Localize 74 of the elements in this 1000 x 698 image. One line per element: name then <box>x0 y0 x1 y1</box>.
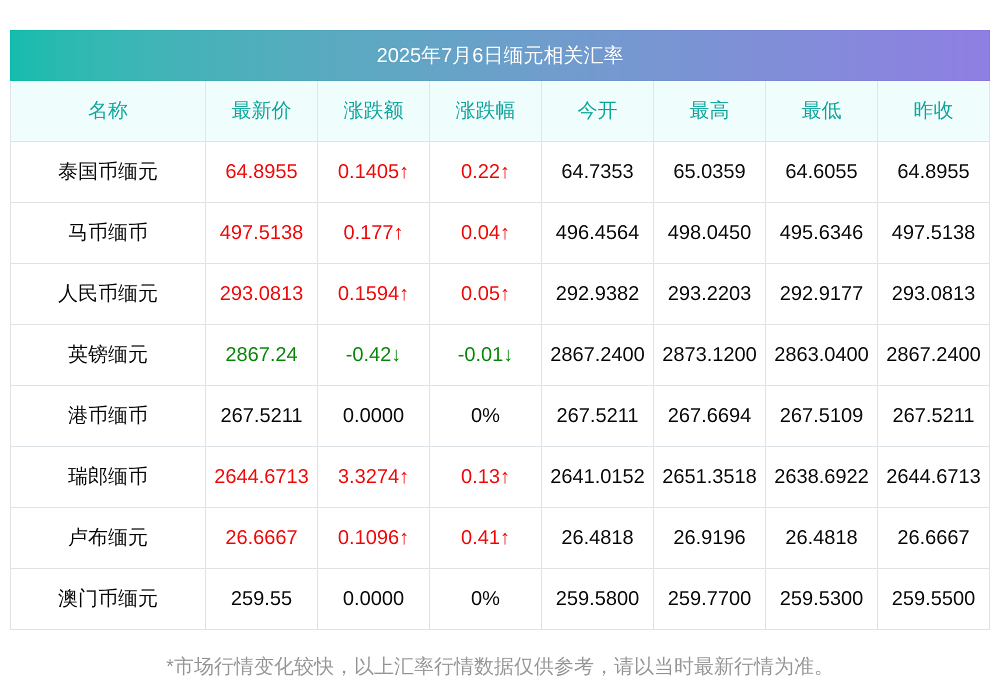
table-cell: 2651.3518 <box>654 447 766 508</box>
table-cell: 0.13↑ <box>430 447 542 508</box>
disclaimer-note: *市场行情变化较快，以上汇率行情数据仅供参考，请以当时最新行情为准。 <box>165 655 835 680</box>
table-cell: -0.42↓ <box>318 325 430 386</box>
table-cell: 292.9177 <box>766 264 878 325</box>
table-cell: 2867.2400 <box>878 325 990 386</box>
column-header: 昨收 <box>878 81 990 142</box>
table-cell: 2644.6713 <box>878 447 990 508</box>
table-cell: 0% <box>430 569 542 630</box>
table-cell: 496.4564 <box>542 203 654 264</box>
table-cell: 497.5138 <box>878 203 990 264</box>
table-cell: 26.4818 <box>766 508 878 569</box>
table-cell: 259.5800 <box>542 569 654 630</box>
table-cell: 0.1096↑ <box>318 508 430 569</box>
column-header: 最高 <box>654 81 766 142</box>
currency-name: 人民币缅元 <box>11 264 206 325</box>
table-cell: 267.5109 <box>766 386 878 447</box>
table-cell: 0.1405↑ <box>318 142 430 203</box>
table-cell: 0.0000 <box>318 569 430 630</box>
table-cell: 0.1594↑ <box>318 264 430 325</box>
currency-name: 泰国币缅元 <box>11 142 206 203</box>
currency-name: 澳门币缅元 <box>11 569 206 630</box>
table-cell: 0% <box>430 386 542 447</box>
table-cell: 0.05↑ <box>430 264 542 325</box>
table-cell: 2873.1200 <box>654 325 766 386</box>
table-cell: 64.8955 <box>206 142 318 203</box>
table-cell: 3.3274↑ <box>318 447 430 508</box>
table-cell: 293.2203 <box>654 264 766 325</box>
currency-name: 港币缅币 <box>11 386 206 447</box>
table-cell: 2644.6713 <box>206 447 318 508</box>
table-cell: 64.6055 <box>766 142 878 203</box>
column-header: 涨跌额 <box>318 81 430 142</box>
currency-name: 瑞郎缅币 <box>11 447 206 508</box>
table-cell: 293.0813 <box>878 264 990 325</box>
table-cell: 259.5300 <box>766 569 878 630</box>
table-cell: 2867.24 <box>206 325 318 386</box>
table-cell: 497.5138 <box>206 203 318 264</box>
table-cell: 2641.0152 <box>542 447 654 508</box>
table-cell: 0.0000 <box>318 386 430 447</box>
table-cell: 26.6667 <box>878 508 990 569</box>
table-cell: 293.0813 <box>206 264 318 325</box>
table-cell: 0.177↑ <box>318 203 430 264</box>
table-cell: 0.22↑ <box>430 142 542 203</box>
table-cell: 267.5211 <box>878 386 990 447</box>
table-cell: 267.5211 <box>542 386 654 447</box>
table-cell: 498.0450 <box>654 203 766 264</box>
table-cell: 26.9196 <box>654 508 766 569</box>
table-cell: 267.6694 <box>654 386 766 447</box>
column-header: 名称 <box>11 81 206 142</box>
table-cell: 2638.6922 <box>766 447 878 508</box>
table-cell: 64.7353 <box>542 142 654 203</box>
table-cell: 26.4818 <box>542 508 654 569</box>
table-cell: 2863.0400 <box>766 325 878 386</box>
table-title: 2025年7月6日缅元相关汇率 <box>10 30 990 81</box>
table-cell: 26.6667 <box>206 508 318 569</box>
table-cell: 495.6346 <box>766 203 878 264</box>
column-header: 今开 <box>542 81 654 142</box>
table-cell: 267.5211 <box>206 386 318 447</box>
table-cell: 0.04↑ <box>430 203 542 264</box>
column-header: 涨跌幅 <box>430 81 542 142</box>
table-cell: 64.8955 <box>878 142 990 203</box>
column-header: 最新价 <box>206 81 318 142</box>
currency-name: 英镑缅元 <box>11 325 206 386</box>
table-cell: 259.7700 <box>654 569 766 630</box>
currency-name: 卢布缅元 <box>11 508 206 569</box>
table-cell: 0.41↑ <box>430 508 542 569</box>
table-cell: 65.0359 <box>654 142 766 203</box>
table-cell: 2867.2400 <box>542 325 654 386</box>
table-cell: 259.5500 <box>878 569 990 630</box>
currency-name: 马币缅币 <box>11 203 206 264</box>
table-cell: 292.9382 <box>542 264 654 325</box>
table-cell: -0.01↓ <box>430 325 542 386</box>
table-cell: 259.55 <box>206 569 318 630</box>
column-header: 最低 <box>766 81 878 142</box>
